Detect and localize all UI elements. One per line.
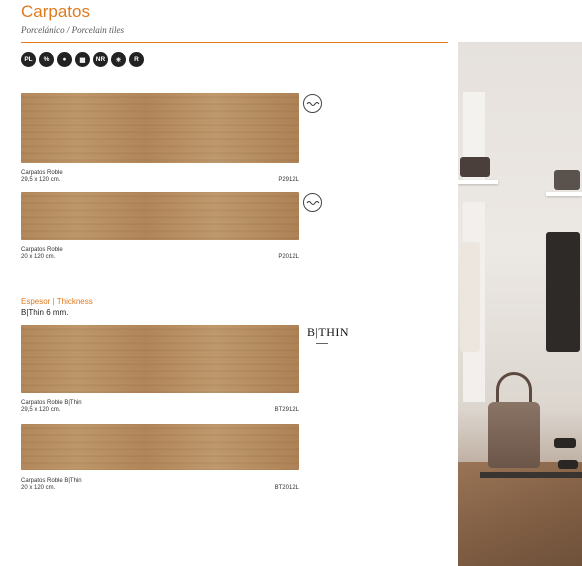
r-icon: R [129, 52, 144, 67]
tile-size: 29,5 x 120 cm. [21, 177, 61, 183]
tile-caption: Carpatos Roble 29,5 x 120 cm. [21, 170, 63, 184]
grid-icon: ▦ [75, 52, 90, 67]
tile-code: BT2912L [274, 407, 299, 413]
page-title: Carpatos [21, 2, 90, 21]
shoe [558, 460, 578, 469]
tile-code: P2912L [278, 177, 299, 183]
hanging-garment [460, 242, 480, 352]
thickness-heading: Espesor | Thickness [21, 297, 93, 306]
hanging-garment [546, 232, 580, 352]
tile-swatch [21, 424, 299, 470]
tile-swatch [21, 325, 299, 393]
dot-icon: ● [57, 52, 72, 67]
tile-swatch [21, 93, 299, 163]
tile-name: Carpatos Roble [21, 170, 63, 176]
wave-icon [303, 193, 322, 212]
feature-icons: PL % ● ▦ NR ✳ R [21, 52, 144, 67]
tile-size: 20 x 120 cm. [21, 485, 56, 491]
tile-caption: Carpatos Roble B|Thin 20 x 120 cm. [21, 478, 82, 492]
wave-icon [303, 94, 322, 113]
folded-clothes [460, 157, 490, 177]
tile-name: Carpatos Roble [21, 247, 63, 253]
pl-icon: PL [21, 52, 36, 67]
tile-swatch [21, 192, 299, 240]
tile-size: 29,5 x 120 cm. [21, 407, 61, 413]
header-rule [21, 42, 448, 43]
folded-clothes [554, 170, 580, 190]
tile-code: BT2012L [274, 485, 299, 491]
bthin-logo-sub: ▬▬▬▬ [316, 341, 328, 345]
tile-caption: Carpatos Roble B|Thin 29,5 x 120 cm. [21, 400, 82, 414]
shelf [546, 192, 582, 196]
thickness-value: B|Thin 6 mm. [21, 308, 69, 317]
tile-size: 20 x 120 cm. [21, 254, 56, 260]
nr-icon: NR [93, 52, 108, 67]
tile-name: Carpatos Roble B|Thin [21, 400, 82, 406]
shelf [458, 180, 498, 184]
handbag [488, 402, 540, 468]
tile-caption: Carpatos Roble 20 x 120 cm. [21, 247, 63, 261]
shoe [554, 438, 576, 448]
tile-code: P2012L [278, 254, 299, 260]
percent-icon: % [39, 52, 54, 67]
page-subtitle: Porcelánico / Porcelain tiles [21, 25, 125, 35]
glass-table [480, 472, 582, 478]
bthin-logo: B|THIN [307, 325, 350, 339]
interior-photo [458, 42, 582, 566]
asterisk-icon: ✳ [111, 52, 126, 67]
tile-name: Carpatos Roble B|Thin [21, 478, 82, 484]
